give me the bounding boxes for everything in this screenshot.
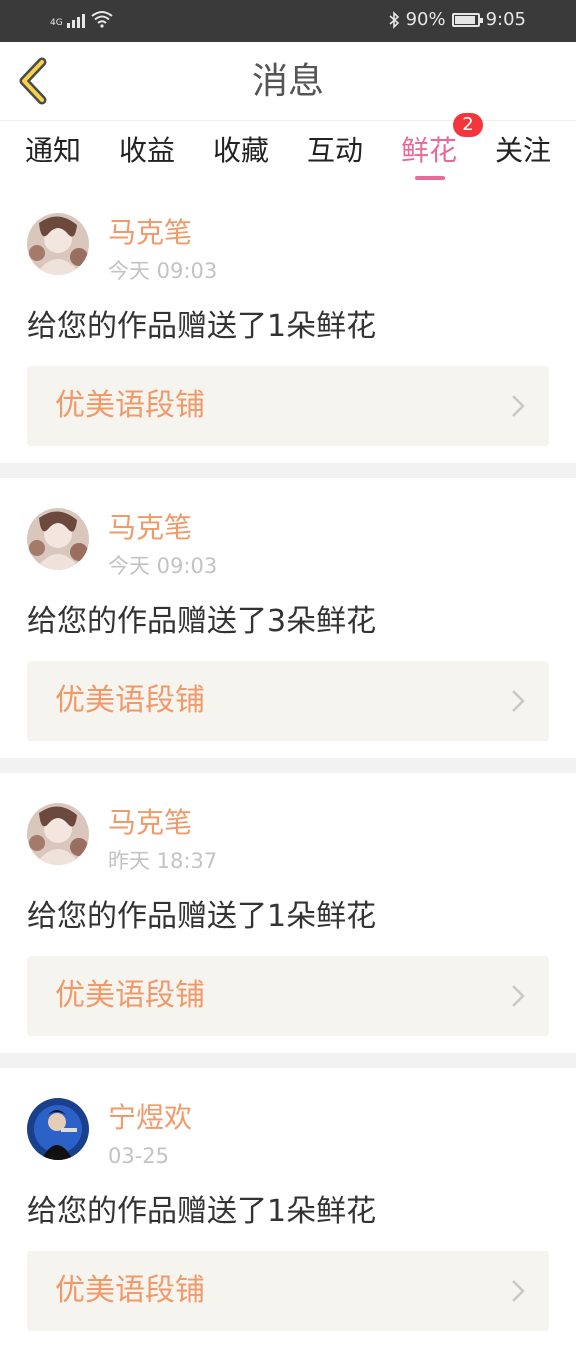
message-text: 给您的作品赠送了1朵鲜花: [27, 899, 377, 934]
avatar[interactable]: [27, 803, 89, 865]
list-item: 马克笔 今天 09:03 给您的作品赠送了1朵鲜花 优美语段铺: [0, 183, 576, 463]
signal-icon: [66, 12, 85, 28]
timestamp: 昨天 18:37: [108, 849, 218, 873]
tab-favorites[interactable]: 收藏: [206, 131, 276, 171]
list-item: 马克笔 昨天 18:37 给您的作品赠送了1朵鲜花 优美语段铺: [0, 773, 576, 1053]
sender-name[interactable]: 宁煜欢: [108, 1100, 192, 1136]
work-title: 优美语段铺: [55, 683, 205, 718]
bluetooth-icon: [389, 10, 399, 29]
chevron-right-icon: [512, 690, 525, 712]
avatar[interactable]: [27, 508, 89, 570]
timestamp: 今天 09:03: [108, 554, 218, 578]
status-left: 4G: [50, 10, 113, 28]
timestamp: 03-25: [108, 1144, 170, 1168]
battery-fill: [454, 15, 475, 24]
message-text: 给您的作品赠送了1朵鲜花: [27, 309, 377, 344]
status-right: 90% 9:05: [388, 9, 526, 30]
divider: [0, 463, 576, 478]
clock: 9:05: [485, 9, 526, 30]
status-bar: 4G 90% 9:05: [0, 0, 576, 42]
work-title: 优美语段铺: [55, 1273, 205, 1308]
work-link[interactable]: 优美语段铺: [27, 1251, 549, 1331]
tab-interactions[interactable]: 互动: [300, 131, 370, 171]
work-link[interactable]: 优美语段铺: [27, 366, 549, 446]
battery-percent: 90%: [405, 9, 446, 30]
work-title: 优美语段铺: [55, 388, 205, 423]
work-link[interactable]: 优美语段铺: [27, 661, 549, 741]
sender-name[interactable]: 马克笔: [108, 805, 192, 841]
network-type: 4G: [50, 18, 63, 28]
message-list: 马克笔 今天 09:03 给您的作品赠送了1朵鲜花 优美语段铺 马克笔 今天 0…: [0, 183, 576, 1348]
header: 消息: [0, 42, 576, 121]
timestamp: 今天 09:03: [108, 259, 218, 283]
flowers-badge: 2: [453, 113, 483, 137]
tab-earnings[interactable]: 收益: [112, 131, 182, 171]
wifi-icon: [91, 11, 113, 28]
tab-notifications[interactable]: 通知: [18, 131, 88, 171]
sender-name[interactable]: 马克笔: [108, 510, 192, 546]
avatar[interactable]: [27, 213, 89, 275]
battery-icon: [451, 12, 483, 27]
list-item: 宁煜欢 03-25 给您的作品赠送了1朵鲜花 优美语段铺: [0, 1068, 576, 1348]
work-link[interactable]: 优美语段铺: [27, 956, 549, 1036]
list-item: 马克笔 今天 09:03 给您的作品赠送了3朵鲜花 优美语段铺: [0, 478, 576, 758]
active-tab-indicator: [415, 176, 445, 180]
chevron-right-icon: [512, 1280, 525, 1302]
sender-name[interactable]: 马克笔: [108, 215, 192, 251]
chevron-right-icon: [512, 395, 525, 417]
tab-flowers[interactable]: 鲜花: [394, 131, 464, 171]
divider: [0, 1053, 576, 1068]
divider: [0, 758, 576, 773]
message-text: 给您的作品赠送了3朵鲜花: [27, 604, 377, 639]
tab-bar: 通知 收益 收藏 互动 鲜花 关注: [0, 121, 576, 183]
message-text: 给您的作品赠送了1朵鲜花: [27, 1194, 377, 1229]
tab-following[interactable]: 关注: [488, 131, 558, 171]
page-title: 消息: [251, 61, 324, 102]
avatar[interactable]: [27, 1098, 89, 1160]
chevron-right-icon: [512, 985, 525, 1007]
work-title: 优美语段铺: [55, 978, 205, 1013]
